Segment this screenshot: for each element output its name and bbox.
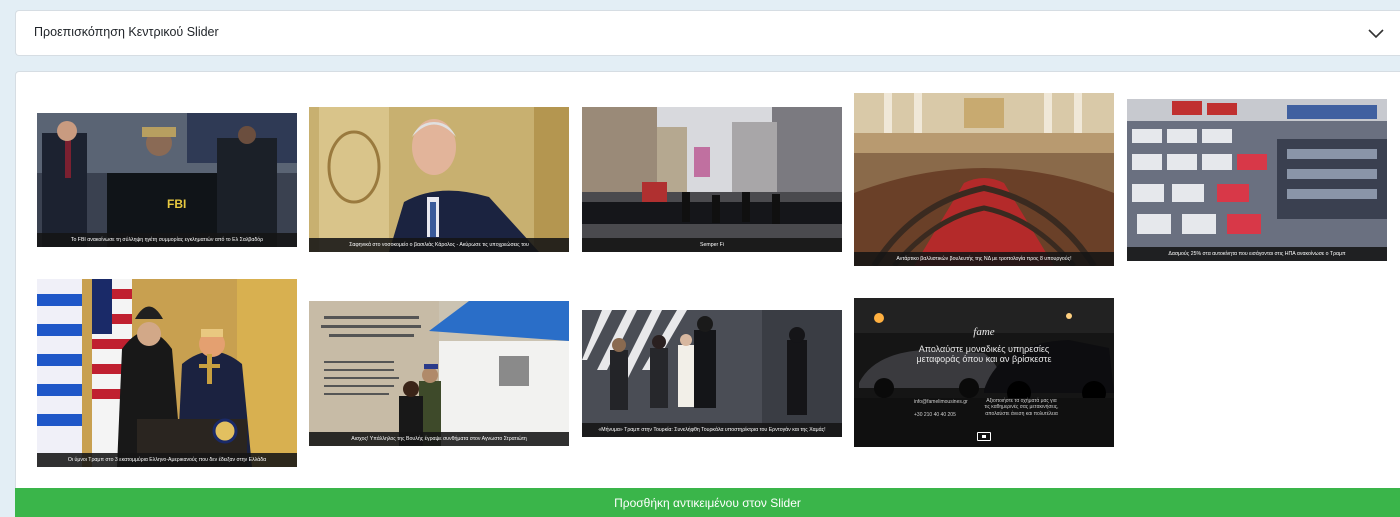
slide-image bbox=[37, 279, 297, 467]
slide-caption: Οι ύμνοι Τραμπ στο 3 εκατομμύρια Ελληνο-… bbox=[37, 452, 297, 467]
slide-2[interactable]: Σαφηνικά στο νοσοκομείο ο βασιλιάς Κάρολ… bbox=[309, 107, 569, 252]
slide-1[interactable]: FBI Το FBI ανακοίνωσε τη σύλληψη ηγέτη σ… bbox=[37, 113, 297, 247]
slide-caption: Το FBI ανακοίνωσε τη σύλληψη ηγέτη συμμο… bbox=[37, 232, 297, 247]
slide-image bbox=[309, 107, 569, 252]
ad-logo: fame bbox=[973, 326, 995, 338]
add-slider-item-button[interactable]: Προσθήκη αντικειμένου στον Slider bbox=[15, 488, 1400, 517]
slide-image bbox=[854, 93, 1114, 266]
ad-headline: Απολαύστε μοναδικές υπηρεσίες μεταφοράς … bbox=[916, 344, 1052, 365]
slide-9-ad[interactable]: fame Απολαύστε μοναδικές υπηρεσίες μεταφ… bbox=[854, 298, 1114, 447]
slide-8[interactable]: «Μήνυμα» Τραμπ στην Τουρκία: Συνελήφθη Τ… bbox=[582, 310, 842, 437]
ad-email: info@famelimousines.gr bbox=[914, 399, 968, 405]
slide-7[interactable]: Αισχος! Υπάλληλος της Βουλής έγραψε συνθ… bbox=[309, 301, 569, 446]
slide-image bbox=[582, 107, 842, 252]
ad-phone: +30 210 40 40 205 bbox=[914, 412, 956, 418]
slide-image bbox=[582, 310, 842, 437]
slide-5[interactable]: Δασμούς 25% στα αυτοκίνητα που εισάγοντα… bbox=[1127, 99, 1387, 261]
ad-tagline: Αξιοποιήστε τα οχήματά μας για τις καθημ… bbox=[984, 398, 1059, 417]
slide-caption: Αισχος! Υπάλληλος της Βουλής έγραψε συνθ… bbox=[309, 431, 569, 446]
slide-caption: Δασμούς 25% στα αυτοκίνητα που εισάγοντα… bbox=[1127, 246, 1387, 261]
accordion-title: Προεπισκόπηση Κεντρικού Slider bbox=[34, 25, 219, 39]
fullscreen-icon[interactable] bbox=[977, 432, 991, 441]
slide-image bbox=[1127, 99, 1387, 261]
slide-caption: Αντάρτικο βαλλιστικών βουλευτής της ΝΔ μ… bbox=[854, 251, 1114, 266]
svg-text:FBI: FBI bbox=[167, 197, 186, 211]
chevron-down-icon[interactable] bbox=[1366, 23, 1386, 43]
slide-caption: Σαφηνικά στο νοσοκομείο ο βασιλιάς Κάρολ… bbox=[309, 237, 569, 252]
slide-image: FBI bbox=[37, 113, 297, 247]
slider-preview-panel: FBI Το FBI ανακοίνωσε τη σύλληψη ηγέτη σ… bbox=[15, 71, 1400, 517]
slide-image bbox=[309, 301, 569, 446]
slide-6[interactable]: Οι ύμνοι Τραμπ στο 3 εκατομμύρια Ελληνο-… bbox=[37, 279, 297, 467]
slide-caption: Semper Fi bbox=[582, 237, 842, 252]
slide-4[interactable]: Αντάρτικο βαλλιστικών βουλευτής της ΝΔ μ… bbox=[854, 93, 1114, 266]
slider-preview-accordion[interactable]: Προεπισκόπηση Κεντρικού Slider bbox=[15, 10, 1400, 56]
slide-caption: «Μήνυμα» Τραμπ στην Τουρκία: Συνελήφθη Τ… bbox=[582, 422, 842, 437]
slide-image bbox=[854, 298, 1114, 447]
slide-3[interactable]: Semper Fi bbox=[582, 107, 842, 252]
